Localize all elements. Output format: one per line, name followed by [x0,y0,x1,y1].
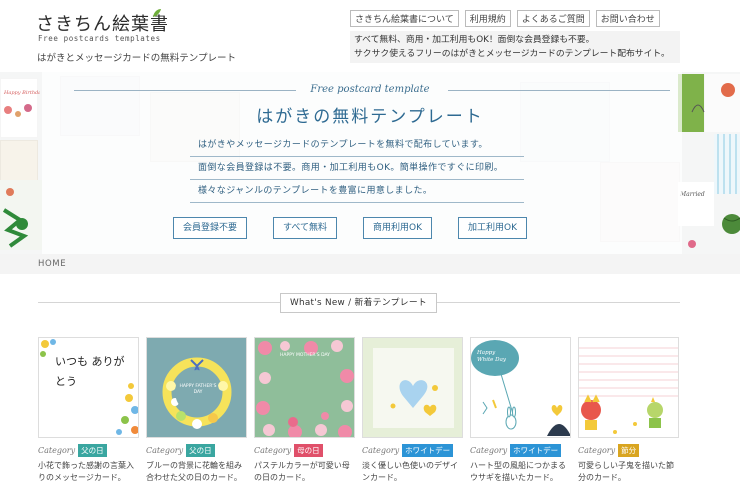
category-row: Category 父の日 [38,443,139,457]
site-logo-subtitle: Free postcards templates [38,34,161,43]
template-thumbnail[interactable] [578,337,679,438]
hero-feature-line: 様々なジャンルのテンプレートを豊富に用意しました。 [190,180,524,203]
soft-hearts-card-art [373,348,454,428]
commercial-use-button[interactable]: 商用利用OK [363,217,433,239]
green-leaves-art [0,180,42,250]
svg-text:Married: Married [679,191,705,198]
hero-feature-line: 面倒な会員登録は不要。商用・加工利用もOK。簡単操作ですぐに印刷。 [190,157,524,180]
template-card[interactable]: HAPPY MOTHER'S DAY Category 母の日 パステルカラーが… [254,337,355,484]
header-description-line: サクサク使えるフリーのはがきとメッセージカードのテンプレート配布サイト。 [354,49,670,59]
thumbnail-text: Happy White Day [477,350,506,363]
right-collage-art: Married [678,74,740,248]
template-description: ハート型の風船につかまるウサギを描いたカード。 [470,461,566,482]
template-thumbnail[interactable]: HAPPY FATHER'S DAY [146,337,247,438]
header-description: すべて無料、商用・加工利用もOK！面倒な会員登録も不要。 サクサク使えるフリーの… [350,31,680,63]
template-description: 淡く優しい色使いのデザインカード。 [362,461,458,482]
template-thumbnail[interactable]: HAPPY MOTHER'S DAY [254,337,355,438]
category-label: Category [470,445,508,455]
template-thumbnail[interactable]: いつも ありがとう [38,337,139,438]
site-header: さきちん絵葉書 Free postcards templates はがきとメッセ… [0,0,740,72]
hero-feature-line: はがきやメッセージカードのテンプレートを無料で配布しています。 [190,134,524,157]
section-title-whats-new: What's New / 新着テンプレート [280,293,437,313]
category-row: Category ホワイトデー [470,443,571,457]
category-label: Category [578,445,616,455]
nav-faq[interactable]: よくあるご質問 [516,10,590,27]
template-card[interactable]: いつも ありがとう Category 父の日 小花で飾った感謝の言葉入りのメッセ… [38,337,139,484]
all-free-button[interactable]: すべて無料 [273,217,338,239]
template-description: 可愛らしい子鬼を描いた節分のカード。 [578,461,674,482]
nav-contact[interactable]: お問い合わせ [595,10,660,27]
thumbnail-text: HAPPY FATHER'S DAY [179,384,217,395]
category-badge[interactable]: ホワイトデー [510,443,562,457]
category-row: Category 節分 [578,443,679,457]
template-description: 小花で飾った感謝の言葉入りのメッセージカード。 [38,461,134,482]
template-thumbnail[interactable] [362,337,463,438]
header-description-line: すべて無料、商用・加工利用もOK！面倒な会員登録も不要。 [354,35,595,45]
hero-title: はがきの無料テンプレート [256,107,484,127]
hero-banner: Happy Birthday Married Free postcard tem… [0,72,740,254]
hero-feature-buttons: 会員登録不要 すべて無料 商用利用OK 加工利用OK [173,217,528,239]
category-badge[interactable]: 父の日 [78,443,107,457]
leaf-icon [153,9,161,17]
hero-feature-list: はがきやメッセージカードのテンプレートを無料で配布しています。 面倒な会員登録は… [190,134,524,203]
thumbnail-text: いつも ありがとう [55,355,125,388]
site-tagline: はがきとメッセージカードの無料テンプレート [37,53,237,64]
nav-terms[interactable]: 利用規約 [464,10,511,27]
template-description: ブルーの背景に花輪を組み合わせた父の日のカード。 [146,461,242,482]
hero-script-heading: Free postcard template [310,84,430,95]
collage-card [0,140,38,182]
breadcrumb: HOME [0,254,740,274]
template-thumbnail[interactable]: Happy White Day [470,337,571,438]
category-badge[interactable]: 父の日 [186,443,215,457]
editing-allowed-button[interactable]: 加工利用OK [458,217,528,239]
category-row: Category 父の日 [146,443,247,457]
category-row: Category ホワイトデー [362,443,463,457]
category-label: Category [38,445,76,455]
thumbnail-text: HAPPY MOTHER'S DAY [280,353,330,358]
category-badge[interactable]: 節分 [618,443,640,457]
template-card[interactable]: Happy White Day Category ホワイトデー ハート型の風船に… [470,337,571,484]
breadcrumb-home[interactable]: HOME [38,259,66,269]
category-badge[interactable]: 母の日 [294,443,323,457]
category-label: Category [146,445,184,455]
category-badge[interactable]: ホワイトデー [402,443,454,457]
top-navigation: さきちん絵葉書について 利用規約 よくあるご質問 お問い合わせ [350,10,660,27]
section-divider [437,302,680,303]
category-label: Category [254,445,292,455]
template-card[interactable]: Category 節分 可愛らしい子鬼を描いた節分のカード。 [578,337,679,484]
section-divider [38,302,280,303]
template-description: パステルカラーが可愛い母の日のカード。 [254,461,350,482]
template-card[interactable]: HAPPY FATHER'S DAY Category 父の日 ブルーの背景に花… [146,337,247,484]
category-row: Category 母の日 [254,443,355,457]
little-oni-card-art [579,347,678,434]
category-label: Category [362,445,400,455]
site-logo-title[interactable]: さきちん絵葉書 [36,10,169,36]
template-card[interactable]: Category ホワイトデー 淡く優しい色使いのデザインカード。 [362,337,463,484]
no-registration-button[interactable]: 会員登録不要 [173,217,248,239]
nav-about[interactable]: さきちん絵葉書について [350,10,459,27]
